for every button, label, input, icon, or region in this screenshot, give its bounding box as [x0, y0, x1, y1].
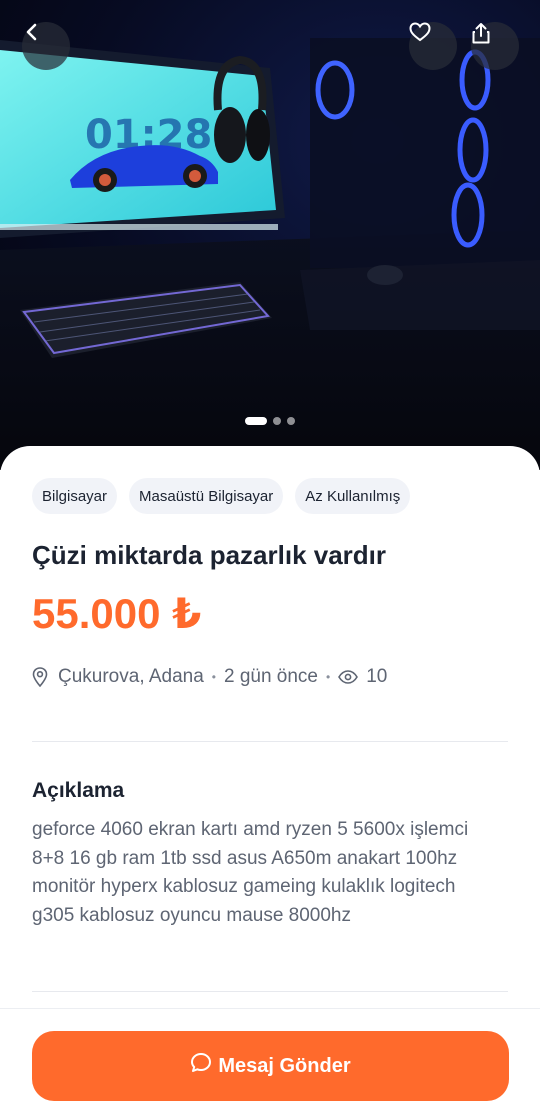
listing-photo: 01:28 [0, 38, 540, 470]
description-heading: Açıklama [32, 779, 125, 802]
tag-chip[interactable]: Az Kullanılmış [295, 478, 411, 514]
listing-posted-time: 2 gün önce [223, 666, 318, 687]
share-button[interactable] [471, 22, 519, 70]
meta-separator: • [211, 670, 216, 684]
send-message-label: Mesaj Gönder [218, 1054, 351, 1077]
listing-price: 55.000 ₺ [32, 590, 202, 637]
tag-chip[interactable]: Bilgisayar [32, 478, 118, 514]
back-button[interactable] [22, 22, 70, 70]
listing-view-count: 10 [366, 666, 388, 687]
gallery-pagination [0, 417, 540, 425]
location-pin-icon [32, 667, 48, 687]
favorite-button[interactable] [409, 22, 457, 70]
listing-photo-gallery[interactable]: 01:28 [0, 0, 540, 470]
pagination-dot[interactable] [273, 417, 281, 425]
send-message-button[interactable]: Mesaj Gönder [32, 1031, 509, 1101]
divider [32, 991, 508, 992]
pagination-dot[interactable] [287, 417, 295, 425]
meta-separator: • [326, 670, 331, 684]
pagination-dot[interactable] [245, 417, 267, 425]
eye-icon [338, 670, 359, 684]
category-tags: Bilgisayar Masaüstü Bilgisayar Az Kullan… [32, 478, 411, 514]
listing-title: Çüzi miktarda pazarlık vardır [32, 540, 387, 570]
divider [32, 741, 508, 742]
chat-bubble-icon [190, 1052, 212, 1080]
listing-meta: Çukurova, Adana • 2 gün önce • 10 [32, 664, 387, 690]
tag-chip[interactable]: Masaüstü Bilgisayar [129, 478, 284, 514]
bottom-action-bar: Mesaj Gönder [0, 1008, 540, 1110]
listing-location: Çukurova, Adana [58, 666, 204, 687]
description-text: geforce 4060 ekran kartı amd ryzen 5 560… [32, 819, 469, 926]
